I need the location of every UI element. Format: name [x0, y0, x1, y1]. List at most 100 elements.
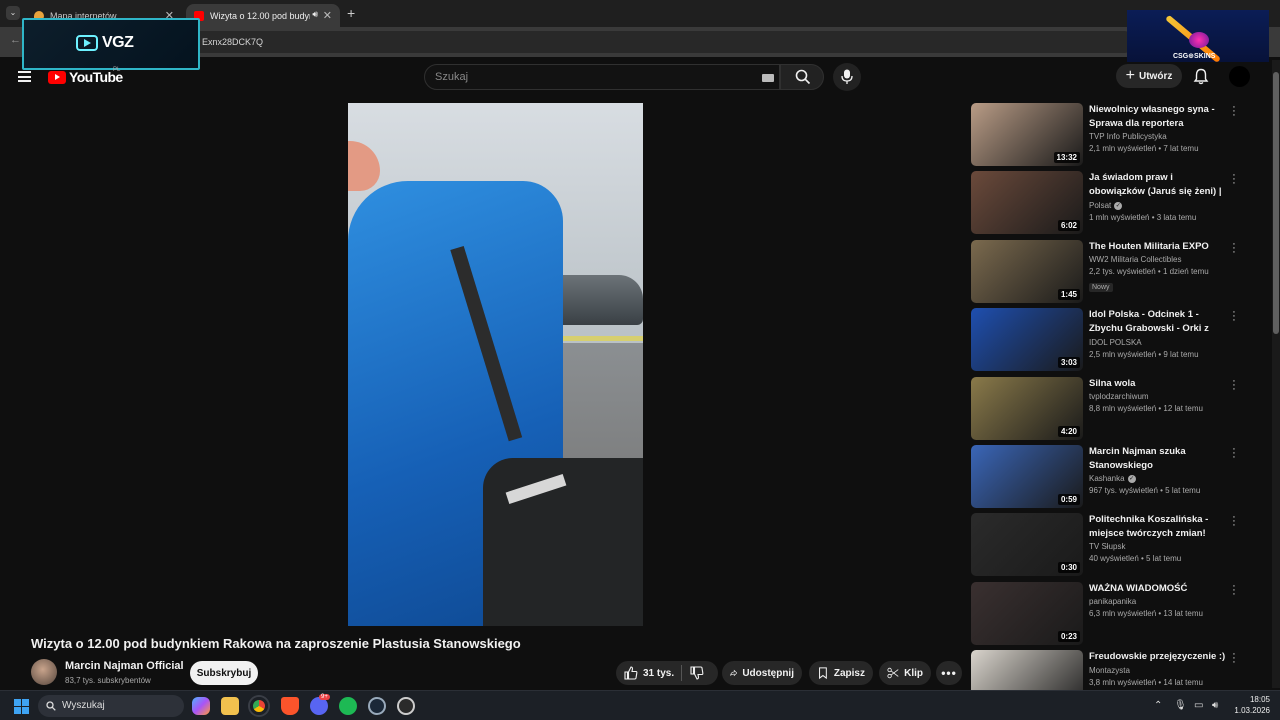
video-player[interactable]: [348, 103, 643, 626]
recommendation-channel[interactable]: WW2 Militaria Collectibles: [1089, 255, 1229, 264]
recommendation-channel[interactable]: Kashanka ✓: [1089, 474, 1229, 483]
recommendation-title[interactable]: WAŻNA WIADOMOŚĆ: [1089, 582, 1229, 596]
channel-name: IDOL POLSKA: [1089, 338, 1142, 348]
create-button[interactable]: + Utwórz: [1116, 64, 1182, 88]
video-thumbnail[interactable]: 3:03: [971, 308, 1083, 372]
search-button[interactable]: [780, 64, 824, 90]
more-vertical-icon[interactable]: · · ·: [1229, 649, 1239, 668]
tray-chevron-icon[interactable]: ⌃: [1154, 700, 1162, 711]
channel-avatar[interactable]: [31, 659, 57, 685]
recommendation-item[interactable]: 0:30 Politechnika Koszalińska - miejsce t…: [971, 512, 1251, 577]
recommendation-channel[interactable]: IDOL POLSKA: [1089, 338, 1229, 347]
video-thumbnail[interactable]: 0:30: [971, 513, 1083, 577]
thumbs-down-icon[interactable]: [690, 666, 704, 680]
back-arrow-icon[interactable]: ←: [10, 34, 21, 46]
recommendation-title[interactable]: Politechnika Koszalińska - miejsce twórc…: [1089, 513, 1229, 540]
share-button[interactable]: Udostępnij: [722, 661, 802, 685]
verified-check-icon: ✓: [1114, 202, 1123, 211]
recommendation-title[interactable]: The Houten Militaria EXPO: [1089, 240, 1229, 254]
address-bar[interactable]: Exnx28DCK7Q: [185, 31, 1135, 53]
video-thumbnail[interactable]: 1:45: [971, 239, 1083, 303]
csgo-logo-text: CSG⊕SKINS: [1173, 53, 1216, 60]
channel-name[interactable]: Marcin Najman Official: [65, 660, 184, 672]
video-thumbnail[interactable]: 0:59: [971, 445, 1083, 508]
recommendation-title[interactable]: Ja świadom praw i obowiązków (Jaruś się …: [1089, 171, 1229, 199]
youtube-play-icon: [48, 70, 66, 84]
more-vertical-icon[interactable]: · · ·: [1229, 102, 1239, 121]
more-vertical-icon[interactable]: · · ·: [1229, 444, 1239, 463]
account-avatar[interactable]: [1229, 66, 1250, 87]
recommendation-title[interactable]: Freudowskie przejęzyczenie :): [1089, 650, 1229, 664]
microphone-tray-icon[interactable]: 🎙︎: [1174, 700, 1187, 711]
speaker-icon[interactable]: 🔊︎: [312, 9, 318, 20]
video-duration: 0:23: [1057, 630, 1080, 642]
recommendation-item[interactable]: 6:02 Ja świadom praw i obowiązków (Jaruś …: [971, 170, 1251, 235]
recommendation-channel[interactable]: TVP Info Publicystyka: [1089, 132, 1229, 141]
recommendation-title[interactable]: Niewolnicy własnego syna - Sprawa dla re…: [1089, 103, 1229, 130]
channel-name: tvplodzarchiwum: [1089, 392, 1149, 402]
video-thumbnail[interactable]: 4:20: [971, 376, 1083, 440]
youtube-logo[interactable]: YouTube: [48, 69, 123, 85]
recommendation-channel[interactable]: Montazysta: [1089, 666, 1229, 675]
page-scrollbar[interactable]: [1272, 60, 1280, 688]
search-input[interactable]: Szukaj: [424, 64, 780, 90]
recommendation-item[interactable]: 13:32 Niewolnicy własnego syna - Sprawa d…: [971, 102, 1251, 166]
keyboard-icon[interactable]: [762, 74, 774, 82]
steam-icon[interactable]: [368, 697, 386, 715]
more-actions-button[interactable]: •••: [936, 661, 962, 685]
recommendation-title[interactable]: Silna wola: [1089, 377, 1229, 391]
browser-tab-youtube[interactable]: Wizyta o 12.00 pod budynk 🔊︎ ✕: [186, 4, 340, 27]
more-vertical-icon[interactable]: · · ·: [1229, 170, 1239, 189]
recommendation-info: WAŻNA WIADOMOŚĆ panikapanika 6,3 mln wyświ…: [1089, 582, 1229, 619]
spotify-icon[interactable]: [339, 697, 357, 715]
more-vertical-icon[interactable]: · · ·: [1229, 238, 1239, 257]
display-tray-icon[interactable]: ▭: [1194, 700, 1203, 711]
search-icon: [46, 701, 56, 711]
recommendation-channel[interactable]: tvplodzarchiwum: [1089, 392, 1229, 401]
more-vertical-icon[interactable]: · · ·: [1229, 580, 1239, 599]
menu-icon[interactable]: [18, 71, 31, 82]
chrome-icon[interactable]: [250, 697, 268, 715]
file-explorer-icon[interactable]: [221, 697, 239, 715]
scrollbar-thumb[interactable]: [1273, 72, 1279, 334]
tab-search-button[interactable]: ⌄: [6, 6, 20, 20]
recommendation-item[interactable]: 3:03 Idol Polska - Odcinek 1 - Zbychu Gra…: [971, 307, 1251, 372]
save-button[interactable]: Zapisz: [809, 661, 873, 685]
recommendation-meta: 967 tys. wyświetleń • 5 lat temu: [1089, 486, 1201, 495]
video-duration: 13:32: [1053, 152, 1080, 163]
orb-icon: [1189, 32, 1209, 48]
recommendation-item[interactable]: 0:23 WAŻNA WIADOMOŚĆ panikapanika 6,3 mln w…: [971, 580, 1251, 645]
more-vertical-icon[interactable]: · · ·: [1229, 375, 1239, 394]
clip-button[interactable]: Klip: [879, 661, 931, 685]
recommendation-item[interactable]: 1:45 The Houten Militaria EXPO WW2 Militar…: [971, 238, 1251, 303]
taskbar-search-label: Wyszukaj: [62, 700, 105, 711]
new-tab-button[interactable]: +: [347, 5, 355, 21]
video-thumbnail[interactable]: 0:23: [971, 581, 1083, 645]
volume-tray-icon[interactable]: 🔊︎: [1212, 700, 1218, 711]
recommendation-title[interactable]: Marcin Najman szuka Stanowskiego: [1089, 445, 1229, 472]
close-tab-icon[interactable]: ✕: [323, 9, 332, 22]
recommendation-channel[interactable]: Polsat ✓: [1089, 201, 1229, 210]
brave-icon[interactable]: [281, 697, 299, 715]
recommendation-info: Niewolnicy własnego syna - Sprawa dla re…: [1089, 103, 1229, 153]
recommendation-channel[interactable]: panikapanika: [1089, 597, 1229, 606]
taskbar-clock[interactable]: 18:05 1.03.2026: [1232, 694, 1270, 716]
copilot-icon[interactable]: [192, 697, 210, 715]
video-thumbnail[interactable]: 13:32: [971, 103, 1083, 166]
recommendation-item[interactable]: 4:20 Silna wola tvplodzarchiwum 8,8 mln wyś…: [971, 375, 1251, 440]
more-vertical-icon[interactable]: · · ·: [1229, 307, 1239, 326]
recommendation-channel[interactable]: TV Słupsk: [1089, 542, 1229, 551]
recommendation-item[interactable]: 0:59 Marcin Najman szuka Stanowskiego Kash…: [971, 444, 1251, 508]
more-horizontal-icon: •••: [941, 666, 957, 680]
recommendation-title[interactable]: Idol Polska - Odcinek 1 - Zbychu Grabows…: [1089, 308, 1229, 336]
video-thumbnail[interactable]: 6:02: [971, 171, 1083, 235]
clock-date: 1.03.2026: [1234, 706, 1270, 715]
voice-search-button[interactable]: [833, 63, 861, 91]
notifications-bell-icon[interactable]: [1193, 68, 1209, 85]
tab-label: Wizyta o 12.00 pod budynk: [210, 10, 310, 21]
taskbar-search-input[interactable]: Wyszukaj: [38, 695, 184, 717]
obs-icon[interactable]: [397, 697, 415, 715]
more-vertical-icon[interactable]: · · ·: [1229, 512, 1239, 531]
subscribe-button[interactable]: Subskrybuj: [190, 661, 258, 685]
windows-start-icon[interactable]: [14, 699, 29, 714]
